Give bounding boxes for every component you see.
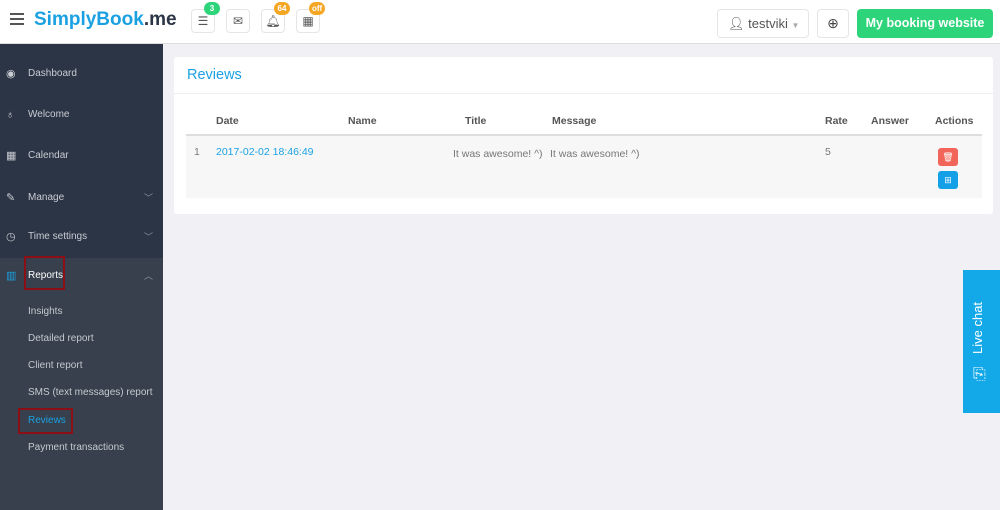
dashboard-icon: ◉: [6, 68, 16, 80]
lightbulb-icon: ♁: [6, 109, 15, 121]
calendar-icon: ▦: [6, 150, 17, 162]
user-icon: 👤︎: [728, 16, 745, 31]
live-chat-button[interactable]: Live chat ⎘: [963, 270, 1000, 413]
sidebar-subitem-insights[interactable]: Insights: [28, 306, 62, 317]
tasks-button[interactable]: ☰ 3: [191, 2, 220, 33]
messages-button[interactable]: ✉: [226, 9, 250, 33]
sidebar-item-welcome[interactable]: ♁ Welcome: [0, 95, 163, 135]
chevron-up-icon: ︿: [143, 271, 153, 281]
calendar-icon: ▦: [302, 14, 314, 28]
column-header-message: Message: [552, 115, 597, 127]
booking-website-button[interactable]: My booking website: [857, 9, 993, 38]
column-header-date: Date: [216, 115, 239, 127]
add-answer-button[interactable]: ⊞: [938, 171, 958, 189]
tasks-badge: 3: [204, 2, 220, 15]
sidebar: ◉ Dashboard ♁ Welcome ▦ Calendar ✎ Manage ﹀ ◷…: [0, 44, 163, 510]
review-message: It was awesome! ^): [550, 148, 640, 160]
highlight-box: [24, 256, 65, 290]
user-menu[interactable]: 👤︎ testviki ▼: [717, 9, 809, 38]
reviews-card: Reviews Date Name Title Message Rate Ans…: [174, 57, 993, 214]
top-header: SimplyBook.me ☰ 3 ✉ 🔔︎ 64 ▦ off 👤︎ testviki…: [0, 0, 1000, 44]
chevron-down-icon: ﹀: [143, 193, 153, 203]
sidebar-item-calendar[interactable]: ▦ Calendar: [0, 136, 163, 176]
caret-down-icon: ▼: [791, 21, 800, 30]
sidebar-subitem-payment-transactions[interactable]: Payment transactions: [28, 442, 124, 453]
envelope-icon: ✉: [232, 14, 244, 28]
pencil-icon: ✎: [6, 192, 16, 204]
bell-icon: 🔔︎: [265, 14, 281, 28]
sidebar-subitem-client-report[interactable]: Client report: [28, 360, 82, 371]
notifications-button[interactable]: 🔔︎ 64: [261, 2, 290, 33]
bar-chart-icon: ▥: [6, 270, 17, 282]
sidebar-item-time-settings[interactable]: ◷ Time settings ﹀: [0, 217, 163, 257]
sidebar-item-dashboard[interactable]: ◉ Dashboard: [0, 54, 163, 94]
column-header-answer: Answer: [871, 115, 909, 127]
sidebar-subitem-sms-report[interactable]: SMS (text messages) report: [28, 387, 152, 398]
chevron-down-icon: ﹀: [143, 232, 153, 242]
column-header-rate: Rate: [825, 115, 848, 127]
help-button[interactable]: ⊕: [817, 9, 849, 38]
trash-icon: 🗑︎: [942, 152, 954, 162]
delete-button[interactable]: 🗑︎: [938, 148, 958, 166]
column-header-actions: Actions: [935, 115, 974, 127]
column-header-name: Name: [348, 115, 377, 127]
logo[interactable]: SimplyBook.me: [34, 9, 177, 31]
sidebar-item-manage[interactable]: ✎ Manage ﹀: [0, 178, 163, 218]
calendar-sync-button[interactable]: ▦ off: [296, 2, 326, 33]
calendar-badge: off: [309, 2, 326, 15]
menu-icon[interactable]: [10, 13, 24, 25]
sidebar-subitem-detailed-report[interactable]: Detailed report: [28, 333, 94, 344]
column-header-title: Title: [465, 115, 487, 127]
chat-icon: ⎘: [973, 366, 986, 383]
page-title: Reviews: [187, 67, 242, 83]
lifebuoy-icon: ⊕: [827, 15, 839, 31]
plus-square-icon: ⊞: [944, 175, 952, 185]
list-icon: ☰: [197, 14, 209, 28]
divider: [174, 93, 993, 94]
review-title: It was awesome! ^): [453, 148, 543, 160]
highlight-box: [18, 408, 73, 434]
row-number: 1: [194, 146, 200, 158]
clock-icon: ◷: [6, 231, 16, 243]
review-rate: 5: [825, 146, 831, 158]
notifications-badge: 64: [274, 2, 290, 15]
review-date-link[interactable]: 2017-02-02 18:46:49: [216, 146, 314, 158]
table-row: 1 2017-02-02 18:46:49 It was awesome! ^)…: [186, 136, 982, 198]
